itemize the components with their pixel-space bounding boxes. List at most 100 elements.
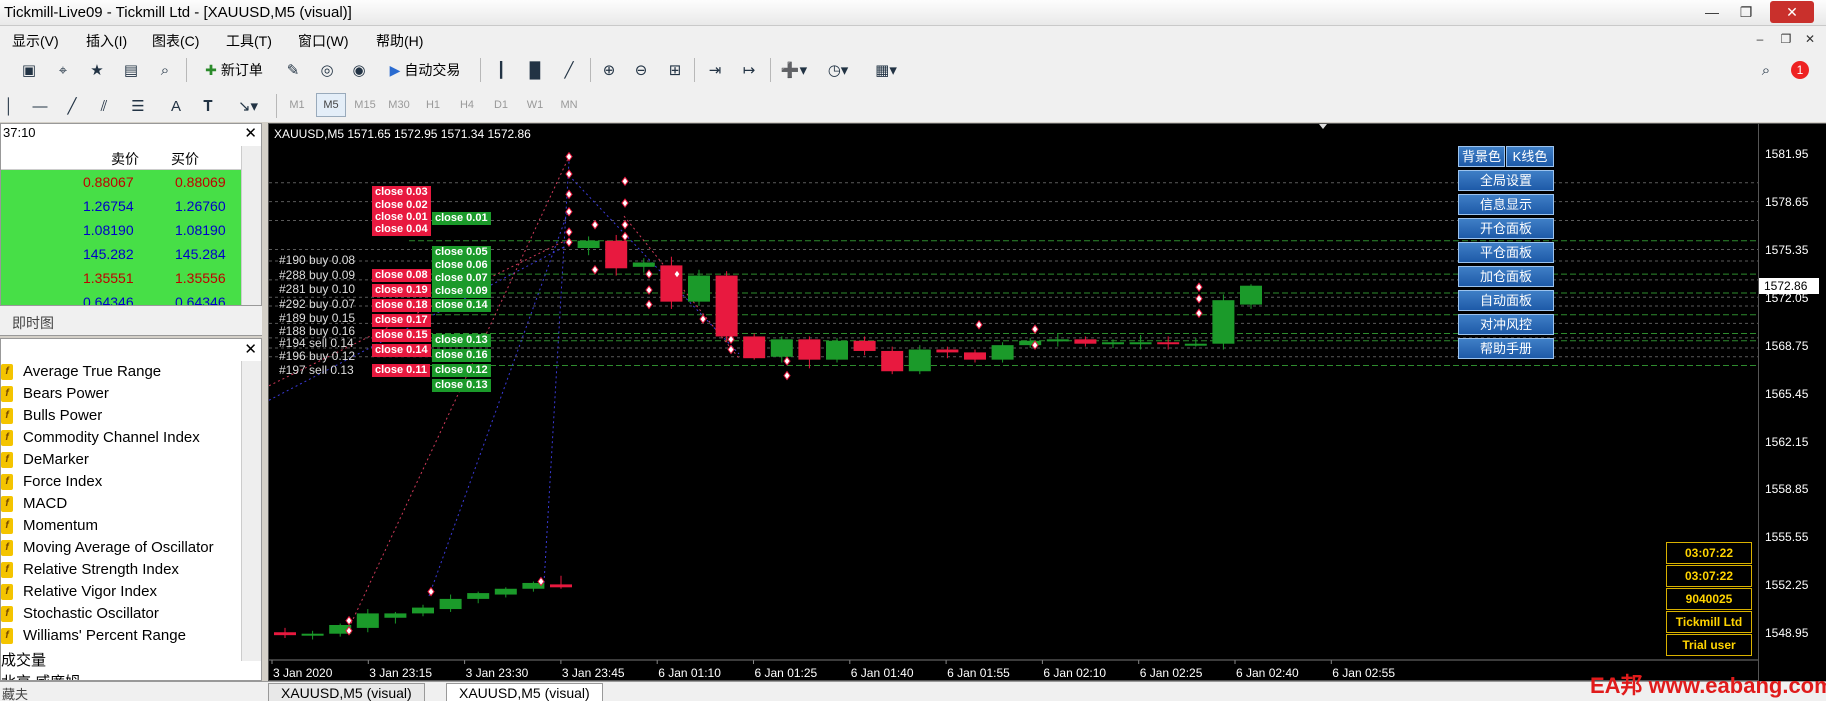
list-item[interactable]: f Bulls Power (1, 405, 241, 427)
table-row[interactable]: 0.88067 0.88069 (1, 170, 241, 194)
close-order-button[interactable]: close 0.13 (432, 334, 491, 347)
hedge-risk-button[interactable]: 对冲风控 (1458, 314, 1554, 335)
table-row[interactable]: 1.26754 1.26760 (1, 194, 241, 218)
close-icon[interactable]: ✕ (244, 340, 257, 358)
close-order-button[interactable]: close 0.14 (372, 344, 431, 357)
list-item[interactable]: f Stochastic Oscillator (1, 603, 241, 625)
menu-view[interactable]: 显示(V) (12, 31, 59, 51)
timeframe-h4[interactable]: H4 (452, 93, 482, 117)
table-row[interactable]: 1.35551 1.35556 (1, 266, 241, 290)
close-order-button[interactable]: close 0.16 (432, 349, 491, 362)
timeframe-mn[interactable]: MN (554, 93, 584, 117)
list-item[interactable]: 成交量 (1, 647, 241, 669)
crosshair-icon[interactable]: ⌖ (50, 58, 76, 82)
menu-window[interactable]: 窗口(W) (298, 31, 349, 51)
list-item[interactable]: f Commodity Channel Index (1, 427, 241, 449)
list-item[interactable]: f DeMarker (1, 449, 241, 471)
zoom-in-icon[interactable]: ⊕ (596, 58, 622, 82)
timeframe-m5[interactable]: M5 (316, 93, 346, 117)
market-watch-scrollbar[interactable] (241, 146, 261, 305)
signals-icon[interactable]: ◉ (346, 58, 372, 82)
close-panel-button[interactable]: 平仓面板 (1458, 242, 1554, 263)
list-item[interactable]: f Relative Strength Index (1, 559, 241, 581)
open-panel-button[interactable]: 开仓面板 (1458, 218, 1554, 239)
list-item[interactable]: f Momentum (1, 515, 241, 537)
chart-tab-active[interactable]: XAUUSD,M5 (visual) (446, 683, 603, 701)
line-chart-icon[interactable]: ╱ (556, 58, 582, 82)
menu-tools[interactable]: 工具(T) (226, 31, 272, 51)
close-icon[interactable]: ✕ (244, 124, 257, 142)
close-order-button[interactable]: close 0.15 (372, 329, 431, 342)
close-order-button[interactable]: close 0.11 (372, 364, 430, 377)
close-order-button[interactable]: close 0.05 (432, 246, 491, 259)
info-display-button[interactable]: 信息显示 (1458, 194, 1554, 215)
table-row[interactable]: 145.282 145.284 (1, 242, 241, 266)
close-order-button[interactable]: close 0.09 (432, 285, 491, 298)
auto-panel-button[interactable]: 自动面板 (1458, 290, 1554, 311)
close-window-button[interactable]: ✕ (1770, 1, 1814, 23)
navigator-tab-label[interactable]: 藏夫 (2, 684, 28, 701)
close-order-button[interactable]: close 0.03 (372, 186, 431, 199)
text-label-icon[interactable]: 𝐓 (196, 94, 220, 118)
bid-column-header[interactable]: 卖价 (111, 149, 139, 169)
candlestick-icon[interactable]: █ (522, 58, 548, 82)
close-order-button[interactable]: close 0.17 (372, 314, 431, 327)
zoom-out-icon[interactable]: ⊖ (628, 58, 654, 82)
timeframe-h1[interactable]: H1 (418, 93, 448, 117)
tile-windows-icon[interactable]: ⊞ (662, 58, 688, 82)
background-color-button[interactable]: 背景色 (1458, 146, 1505, 167)
chart-window[interactable]: 3 Jan 2020 3 Jan 23:15 3 Jan 23:30 3 Jan 23… (268, 123, 1759, 681)
candle-color-button[interactable]: K线色 (1506, 146, 1554, 167)
table-row[interactable]: 1.08190 1.08190 (1, 218, 241, 242)
text-tool-icon[interactable]: A (164, 94, 188, 118)
profiles-icon[interactable]: ▣ (16, 58, 42, 82)
close-order-button[interactable]: close 0.19 (372, 284, 431, 297)
auto-scroll-icon[interactable]: ⇥ (702, 58, 728, 82)
navigator-icon[interactable]: ▤ (118, 58, 144, 82)
close-order-button[interactable]: close 0.12 (432, 364, 491, 377)
restore-button[interactable]: ❐ (1732, 1, 1760, 23)
search-icon[interactable]: ⌕ (1754, 58, 1778, 82)
indicators-icon[interactable]: ➕▾ (776, 58, 812, 82)
timeframe-m1[interactable]: M1 (282, 93, 312, 117)
minimize-button[interactable]: — (1698, 1, 1726, 23)
close-order-button[interactable]: close 0.04 (372, 223, 431, 236)
list-item[interactable]: f Relative Vigor Index (1, 581, 241, 603)
list-item[interactable]: f Average True Range (1, 361, 241, 383)
list-item[interactable]: 北京 威廉姆 (1, 669, 241, 680)
bar-chart-icon[interactable]: ┃ (488, 58, 514, 82)
close-order-button[interactable]: close 0.01 (432, 212, 491, 225)
menu-insert[interactable]: 插入(I) (86, 31, 127, 51)
timeframe-d1[interactable]: D1 (486, 93, 516, 117)
tab-tick-chart[interactable]: 即时图 (12, 313, 54, 333)
timeframe-w1[interactable]: W1 (520, 93, 550, 117)
table-row[interactable]: 0.64346 0.64346 (1, 290, 241, 305)
trendline-icon[interactable]: ╱ (60, 94, 84, 118)
favorites-icon[interactable]: ★ (84, 58, 110, 82)
mdi-close-icon[interactable]: ✕ (1802, 31, 1818, 47)
list-item[interactable]: f Bears Power (1, 383, 241, 405)
list-item[interactable]: f MACD (1, 493, 241, 515)
templates-icon[interactable]: ▦▾ (868, 58, 904, 82)
chart-tab[interactable]: XAUUSD,M5 (visual) (268, 683, 425, 701)
equidistant-channel-icon[interactable]: ⫽ (92, 94, 116, 118)
menu-charts[interactable]: 图表(C) (152, 31, 199, 51)
auto-trading-button[interactable]: ▶ 自动交易 (380, 58, 470, 82)
close-order-button[interactable]: close 0.14 (432, 299, 491, 312)
close-order-button[interactable]: close 0.06 (432, 259, 491, 272)
market-icon[interactable]: ◎ (314, 58, 340, 82)
close-order-button[interactable]: close 0.13 (432, 379, 491, 392)
navigator-scrollbar[interactable] (241, 361, 261, 661)
metaeditor-icon[interactable]: ✎ (280, 58, 306, 82)
horizontal-line-icon[interactable]: — (28, 94, 52, 118)
ask-column-header[interactable]: 买价 (171, 149, 199, 169)
mdi-restore-icon[interactable]: ❐ (1778, 31, 1794, 47)
close-order-button[interactable]: close 0.07 (432, 272, 491, 285)
arrows-tool-icon[interactable]: ↘▾ (230, 94, 266, 118)
mdi-minimize-icon[interactable]: – (1752, 31, 1768, 47)
close-order-button[interactable]: close 0.08 (372, 269, 431, 282)
global-settings-button[interactable]: 全局设置 (1458, 170, 1554, 191)
vertical-line-icon[interactable]: │ (4, 94, 14, 118)
fibonacci-icon[interactable]: ☰ (126, 94, 150, 118)
notifications-icon[interactable]: 1 (1786, 58, 1814, 82)
